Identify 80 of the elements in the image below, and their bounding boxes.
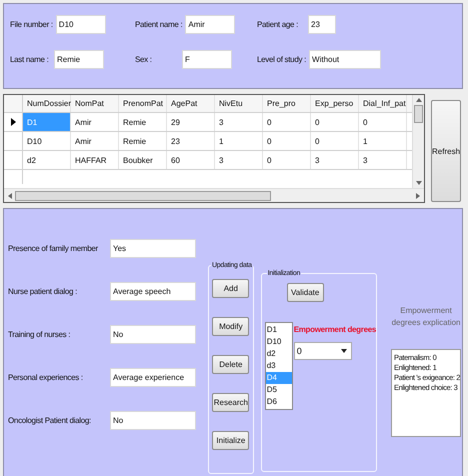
refresh-button[interactable]: Refresh (431, 100, 461, 202)
field-label: Nurse patient dialog : (8, 287, 78, 296)
explication-title: Empowerment degrees explication (390, 305, 462, 329)
table-cell: 60 (167, 151, 215, 169)
right-arrow-icon[interactable] (416, 192, 420, 198)
text-field[interactable]: Without (309, 50, 382, 69)
dropdown-arrow-icon[interactable] (340, 349, 347, 353)
text-field[interactable]: Amir (185, 15, 236, 34)
table-cell: Remie (119, 132, 167, 150)
list-item[interactable]: d2 (266, 348, 292, 360)
text-field[interactable]: 23 (308, 15, 336, 34)
degree-dropdown[interactable]: 0 (294, 342, 352, 360)
field-label: Presence of family member (8, 244, 99, 253)
table-cell: D1 (23, 113, 71, 131)
list-item[interactable]: d3 (266, 360, 292, 372)
table-cell: d2 (23, 151, 71, 169)
field-label: Level of study : (257, 55, 306, 64)
table-cell: Amir (71, 113, 119, 131)
degrees-label: Empowerment degrees (294, 325, 376, 334)
table-cell: 3 (359, 151, 407, 169)
column-header[interactable]: NivEtu (215, 95, 263, 112)
field-label: Personal experiences : (8, 373, 84, 382)
column-header[interactable]: NumDossier (23, 95, 71, 112)
action-button[interactable]: Add (212, 279, 250, 298)
text-field[interactable]: Average experience (110, 368, 196, 387)
text-field[interactable]: Average speech (110, 282, 196, 301)
field-label: Patient name : (135, 20, 182, 29)
table-cell: 0 (263, 132, 311, 150)
text-field[interactable]: F (182, 50, 232, 69)
column-header[interactable]: Dial_Inf_pat (359, 95, 407, 112)
field-label: Patient age : (257, 20, 300, 29)
table-cell: 0 (263, 151, 311, 169)
field-label: Sex : (135, 55, 153, 64)
horizontal-scrollbar[interactable] (4, 188, 424, 202)
table-cell: 1 (359, 132, 407, 150)
left-arrow-icon[interactable] (8, 192, 12, 198)
text-field[interactable]: No (110, 411, 196, 430)
scroll-thumb[interactable] (15, 190, 271, 200)
field-label: Last name : (10, 55, 50, 64)
list-item[interactable]: D10 (266, 336, 292, 348)
list-item[interactable]: D5 (266, 384, 292, 396)
up-arrow-icon[interactable] (416, 98, 422, 102)
table-cell: 29 (167, 113, 215, 131)
table-cell: Amir (71, 132, 119, 150)
list-item[interactable]: D6 (266, 396, 292, 408)
table-cell: 3 (311, 151, 359, 169)
down-arrow-icon[interactable] (416, 181, 422, 185)
action-button[interactable]: Initialize (212, 431, 250, 450)
text-field[interactable]: No (110, 325, 196, 344)
list-item[interactable]: D1 (266, 324, 292, 336)
table-cell: 0 (263, 113, 311, 131)
table-cell: Boubker (119, 151, 167, 169)
table-cell: 3 (215, 151, 263, 169)
action-button[interactable]: Delete (212, 355, 250, 374)
table-cell: 0 (311, 113, 359, 131)
scroll-thumb[interactable] (414, 105, 423, 123)
table-cell: 0 (311, 132, 359, 150)
column-header[interactable]: Pre_pro (263, 95, 311, 112)
field-label: Oncologist Patient dialog: (8, 416, 92, 425)
table-cell: 1 (215, 132, 263, 150)
table-cell: 0 (359, 113, 407, 131)
table-cell: HAFFAR (71, 151, 119, 169)
table-cell: 3 (215, 113, 263, 131)
field-label: File number : (10, 20, 53, 29)
text-field[interactable]: Yes (110, 239, 196, 258)
vertical-scrollbar[interactable] (412, 95, 424, 188)
column-header[interactable]: AgePat (167, 95, 215, 112)
text-field[interactable]: Remie (54, 50, 104, 69)
action-button[interactable]: Modify (212, 317, 250, 336)
validate-button[interactable]: Validate (286, 283, 324, 302)
table-cell: D10 (23, 132, 71, 150)
table-cell: Remie (119, 113, 167, 131)
column-header[interactable]: PrenomPat (119, 95, 167, 112)
field-label: Training of nurses : (8, 330, 72, 339)
column-header[interactable]: NomPat (71, 95, 119, 112)
action-button[interactable]: Research (212, 393, 250, 412)
table-cell: 23 (167, 132, 215, 150)
text-field[interactable]: D10 (56, 15, 106, 34)
column-header[interactable]: Exp_perso (311, 95, 359, 112)
current-row-icon (10, 118, 16, 126)
